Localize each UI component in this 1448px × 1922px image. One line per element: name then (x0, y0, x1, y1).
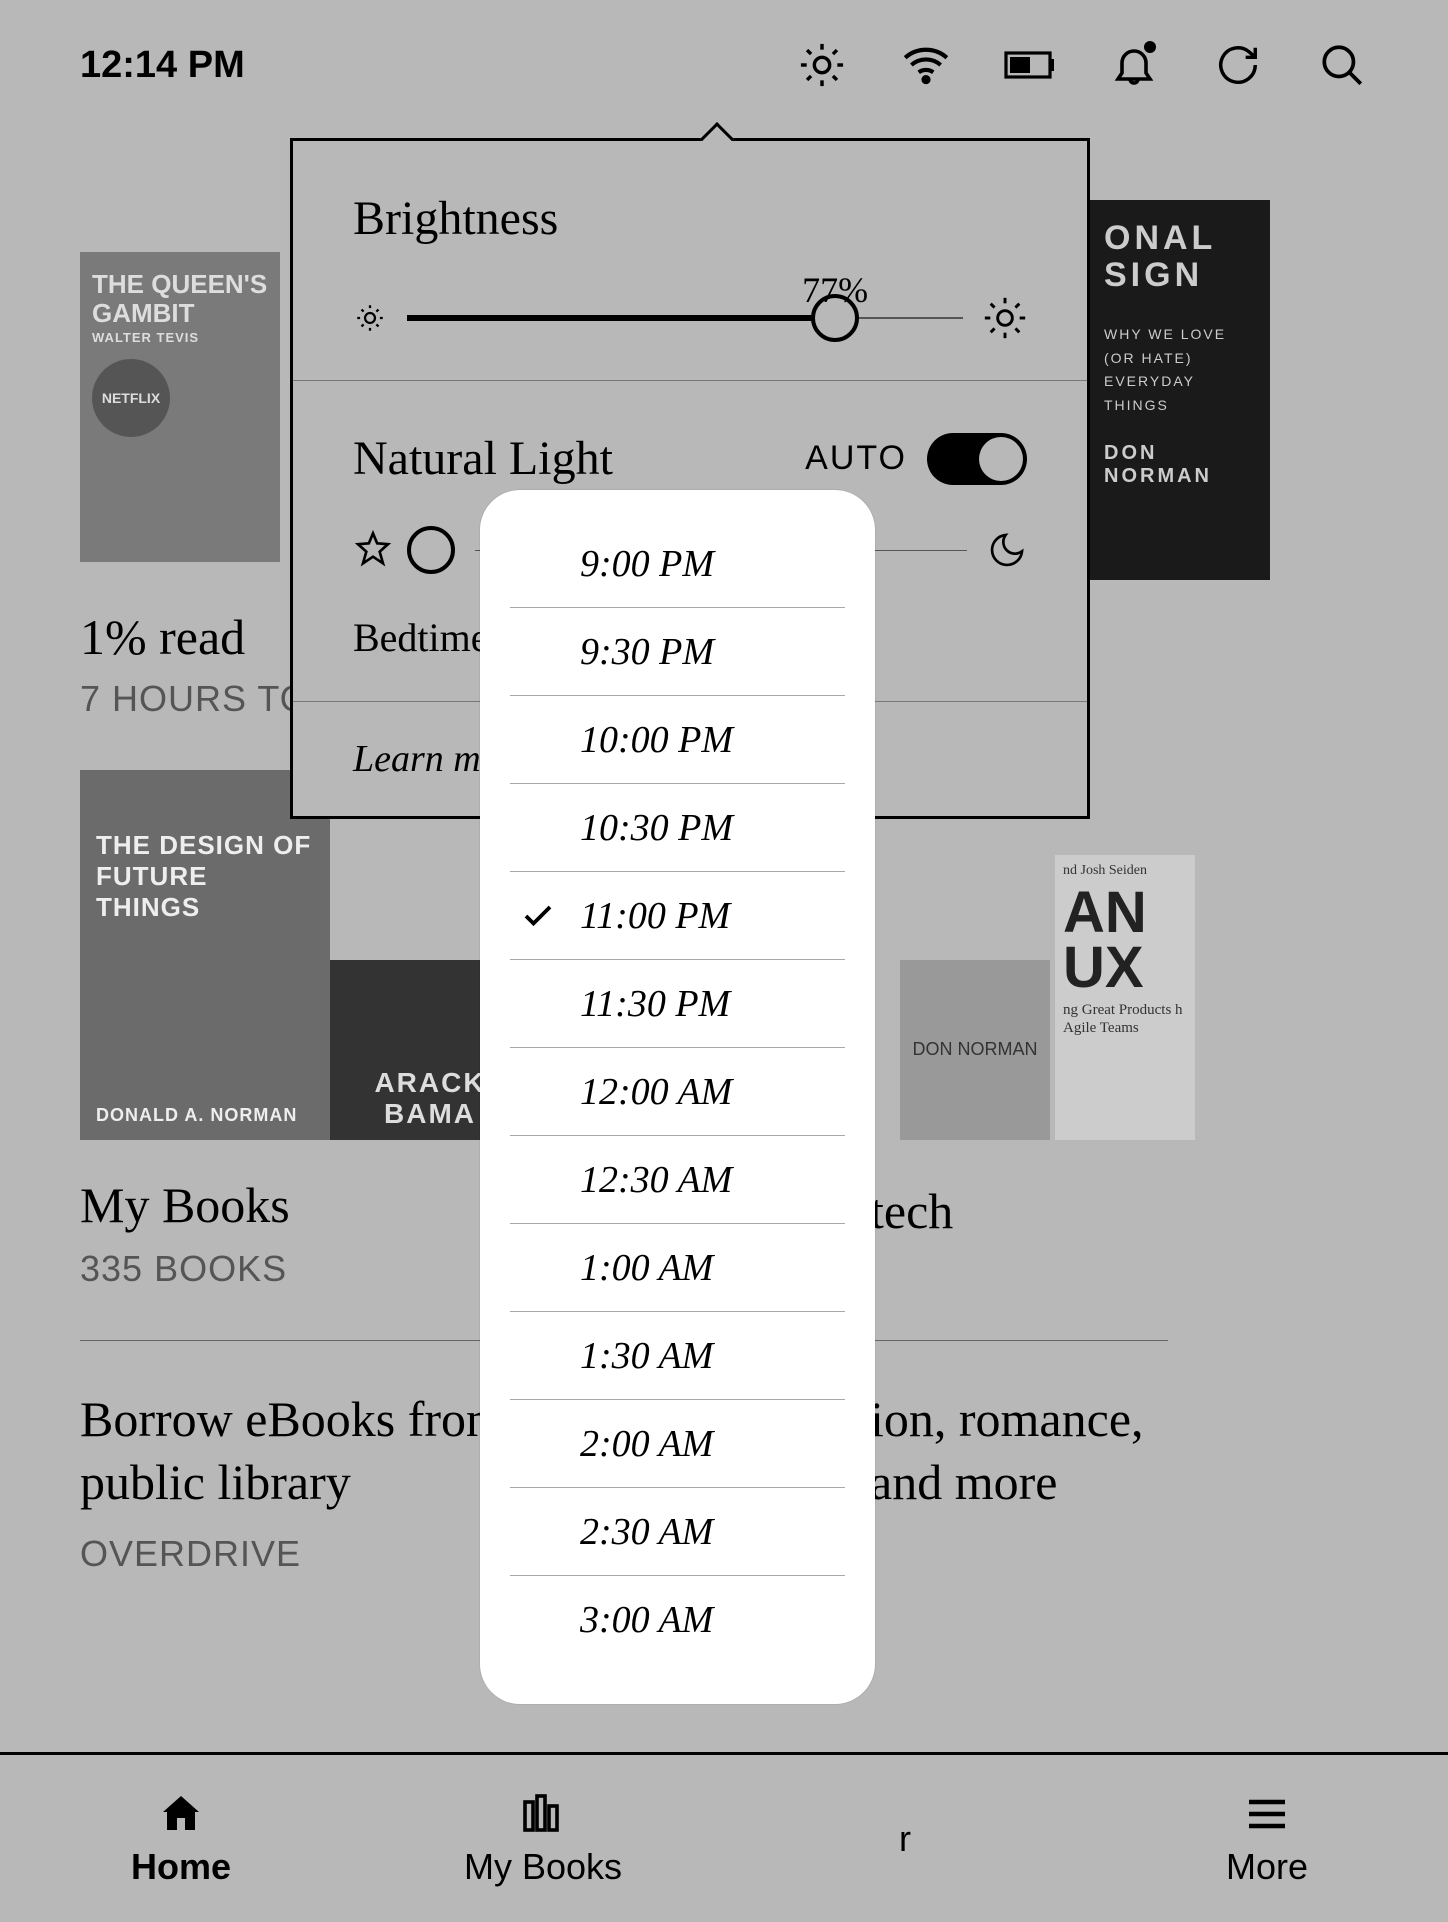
my-books-count: 335 BOOKS (80, 1248, 290, 1290)
book-title: THE QUEEN'S GAMBIT (92, 269, 267, 328)
brightness-title: Brightness (353, 191, 1027, 246)
overdrive-text-2: public library (80, 1454, 351, 1510)
time-option[interactable]: 1:00 AM (510, 1224, 845, 1312)
book-cover-queens-gambit: THE QUEEN'S GAMBIT WALTER TEVIS NETFLIX (80, 252, 280, 562)
warmth-thumb[interactable] (407, 526, 455, 574)
time-option-label: 11:30 PM (580, 982, 730, 1026)
my-books-title: My Books (80, 1176, 290, 1234)
auto-toggle[interactable] (927, 433, 1027, 485)
time-option-label: 1:30 AM (580, 1334, 713, 1378)
book-title: ONAL SIGN (1104, 220, 1256, 295)
status-time: 12:14 PM (80, 44, 245, 87)
status-bar: 12:14 PM (0, 0, 1448, 120)
book-cover-lean-ux: nd Josh Seiden AN UX ng Great Products h… (1055, 855, 1195, 1140)
search-icon[interactable] (1316, 39, 1368, 91)
time-option-label: 9:30 PM (580, 630, 714, 674)
time-option-label: 10:00 PM (580, 718, 733, 762)
bottom-nav: Home My Books r More (0, 1752, 1448, 1922)
time-option-label: 3:00 AM (580, 1598, 713, 1642)
overdrive-text-2b: and more (870, 1451, 1057, 1514)
books-icon (519, 1790, 567, 1838)
notification-icon[interactable] (1108, 39, 1160, 91)
nav-more[interactable]: More (1086, 1755, 1448, 1922)
book-subtitle: WHY WE LOVE (OR HATE) EVERYDAY THINGS (1104, 323, 1256, 418)
book-author: DONALD A. NORMAN (96, 1105, 297, 1126)
time-option[interactable]: 2:30 AM (510, 1488, 845, 1576)
book-author: DON NORMAN (1104, 442, 1256, 488)
time-option[interactable]: 12:30 AM (510, 1136, 845, 1224)
book-cover-future-things: THE DESIGN OF FUTURE THINGS DONALD A. NO… (80, 770, 330, 1140)
time-option[interactable]: 11:30 PM (510, 960, 845, 1048)
nav-my-books-label: My Books (464, 1846, 622, 1888)
tech-fragment: tech (870, 1182, 953, 1240)
book-subtitle: ng Great Products h Agile Teams (1063, 1001, 1187, 1037)
natural-light-label: Natural Light (353, 431, 613, 486)
time-option-label: 11:00 PM (580, 894, 730, 938)
time-option[interactable]: 12:00 AM (510, 1048, 845, 1136)
time-option[interactable]: 2:00 AM (510, 1400, 845, 1488)
my-books-block[interactable]: My Books 335 BOOKS (80, 1176, 290, 1290)
brightness-icon[interactable] (796, 39, 848, 91)
nav-my-books[interactable]: My Books (362, 1755, 724, 1922)
book-author: WALTER TEVIS (92, 331, 268, 345)
brightness-low-icon (353, 301, 387, 335)
time-option[interactable]: 10:30 PM (510, 784, 845, 872)
menu-icon (1243, 1790, 1291, 1838)
nav-home[interactable]: Home (0, 1755, 362, 1922)
time-option-label: 10:30 PM (580, 806, 733, 850)
book-cover-design: ONAL SIGN WHY WE LOVE (OR HATE) EVERYDAY… (1090, 200, 1270, 580)
check-icon (520, 898, 556, 934)
book-cover-norman: DON NORMAN (900, 960, 1050, 1140)
time-option[interactable]: 10:00 PM (510, 696, 845, 784)
netflix-badge: NETFLIX (92, 359, 170, 437)
book-author-fragment: nd Josh Seiden (1063, 863, 1187, 879)
overdrive-text-1b: ion, romance, (870, 1388, 1144, 1451)
time-option-label: 2:30 AM (580, 1510, 713, 1554)
battery-icon[interactable] (1004, 39, 1056, 91)
time-option[interactable]: 11:00 PM (510, 872, 845, 960)
bedtime-time-picker: 9:00 PM 9:30 PM 10:00 PM 10:30 PM 11:00 PM 11… (480, 490, 875, 1704)
auto-label: AUTO (805, 439, 907, 478)
sun-outline-icon (353, 530, 393, 570)
time-option-label: 12:00 AM (580, 1070, 732, 1114)
home-icon (157, 1790, 205, 1838)
wifi-icon[interactable] (900, 39, 952, 91)
nav-home-label: Home (131, 1846, 231, 1888)
sync-icon[interactable] (1212, 39, 1264, 91)
time-option-label: 1:00 AM (580, 1246, 713, 1290)
nav-discover[interactable]: r (724, 1755, 1086, 1922)
nav-more-label: More (1226, 1846, 1308, 1888)
nav-discover-label-fragment: r (899, 1818, 911, 1860)
time-option-label: 9:00 PM (580, 542, 714, 586)
book-title: THE DESIGN OF FUTURE THINGS (96, 830, 314, 923)
brightness-percent: 77% (802, 269, 868, 311)
brightness-high-icon (983, 296, 1027, 340)
time-option[interactable]: 1:30 AM (510, 1312, 845, 1400)
time-option[interactable]: 3:00 AM (510, 1576, 845, 1664)
time-option[interactable]: 9:30 PM (510, 608, 845, 696)
time-option-label: 12:30 AM (580, 1158, 732, 1202)
book-title: AN UX (1063, 885, 1187, 995)
brightness-slider[interactable]: 77% (353, 296, 1027, 340)
time-option[interactable]: 9:00 PM (510, 520, 845, 608)
moon-icon (987, 530, 1027, 570)
time-option-label: 2:00 AM (580, 1422, 713, 1466)
